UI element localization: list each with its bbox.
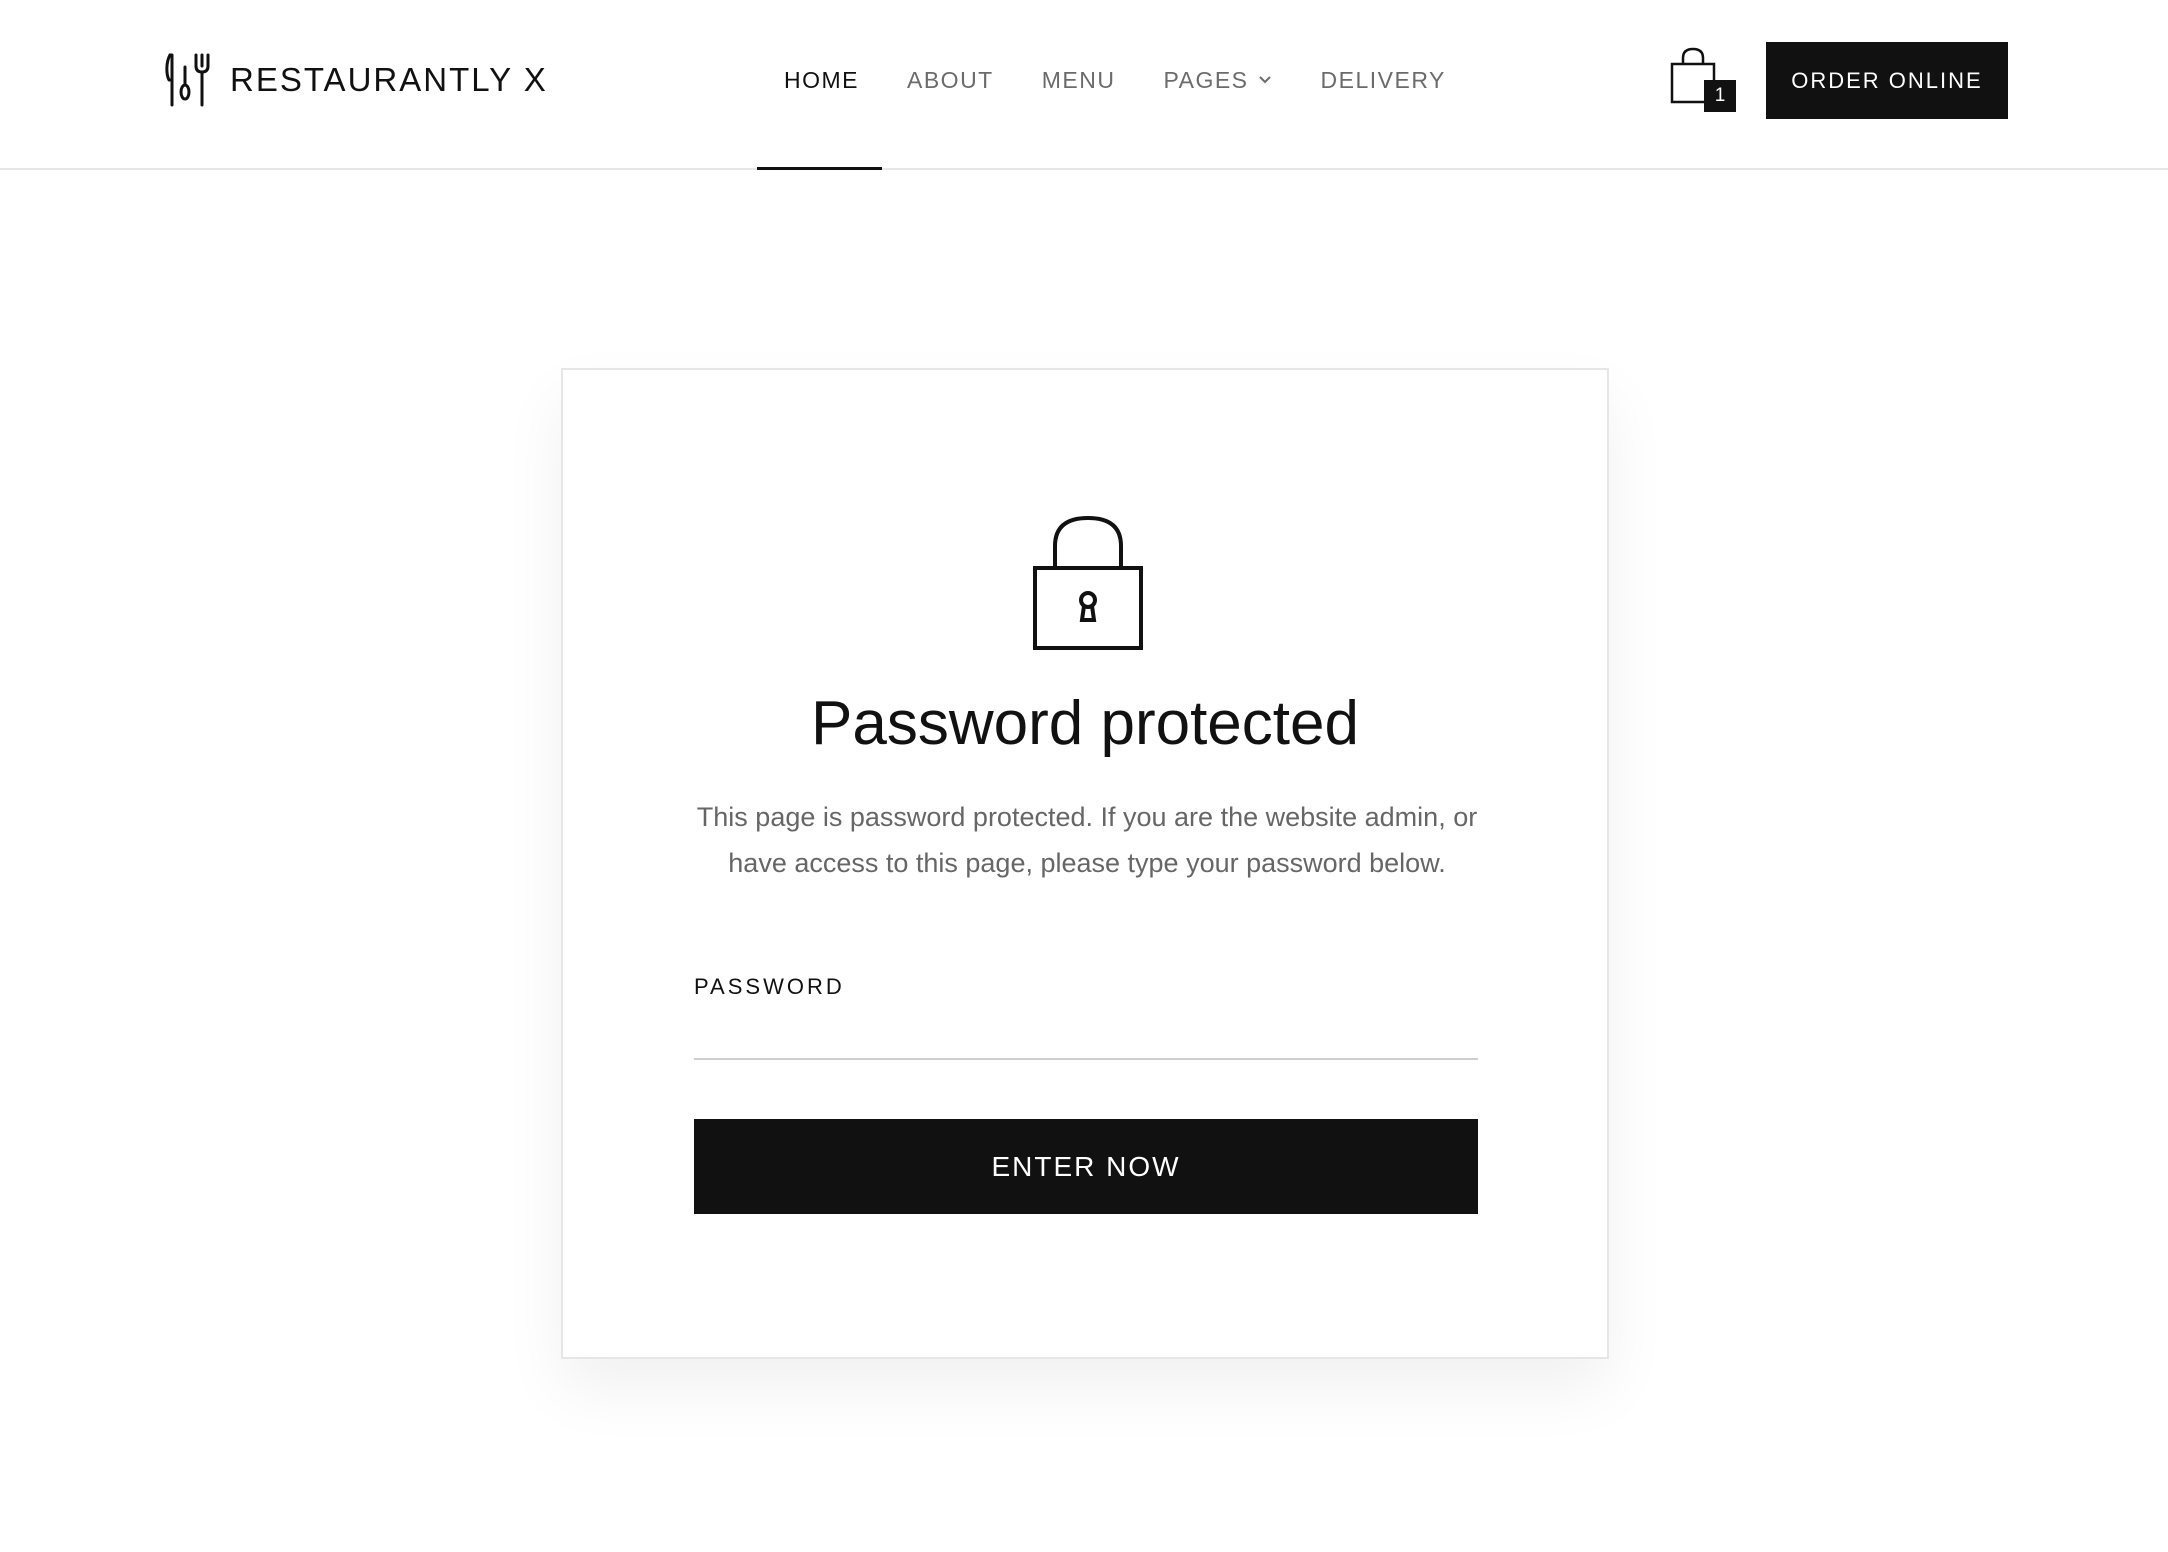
nav-item-pages[interactable]: PAGES bbox=[1163, 67, 1272, 94]
page-description: This page is password protected. If you … bbox=[696, 802, 1478, 878]
cart-button[interactable]: 1 bbox=[1668, 46, 1738, 114]
nav-item-about[interactable]: ABOUT bbox=[907, 67, 994, 94]
nav-item-pages-label: PAGES bbox=[1163, 66, 1249, 93]
password-card: Password protected This page is password… bbox=[561, 368, 1609, 1359]
enter-now-button[interactable]: ENTER NOW bbox=[694, 1119, 1478, 1214]
page-title: Password protected bbox=[811, 689, 1359, 758]
nav-item-menu[interactable]: MENU bbox=[1042, 67, 1116, 94]
cart-count-badge: 1 bbox=[1704, 80, 1736, 112]
order-online-button[interactable]: ORDER ONLINE bbox=[1766, 42, 2008, 119]
password-input[interactable] bbox=[694, 1010, 1478, 1060]
nav-item-delivery[interactable]: DELIVERY bbox=[1321, 67, 1446, 94]
password-label: PASSWORD bbox=[694, 974, 845, 999]
main-nav: HOME ABOUT MENU PAGES DELIVERY bbox=[784, 60, 1446, 100]
nav-item-home[interactable]: HOME bbox=[784, 67, 859, 94]
brand-name: RESTAURANTLY X bbox=[230, 61, 548, 98]
active-nav-indicator bbox=[757, 167, 882, 170]
site-header: RESTAURANTLY X HOME ABOUT MENU PAGES DEL… bbox=[0, 0, 2168, 170]
lock-icon bbox=[1033, 516, 1143, 650]
cutlery-icon bbox=[165, 53, 210, 107]
brand-logo[interactable]: RESTAURANTLY X bbox=[164, 50, 548, 110]
chevron-down-icon bbox=[1258, 76, 1271, 84]
